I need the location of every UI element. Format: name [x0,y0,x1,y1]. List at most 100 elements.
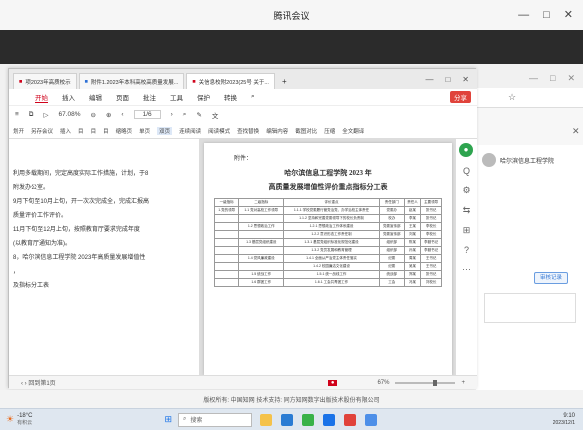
search-input[interactable]: ⌕ 搜索 [178,412,253,427]
table-header: 一级指标 二级指标 评价重点 责任部门 责任人 主要领导 [213,198,442,207]
minimize-button[interactable]: — [518,9,529,21]
table-cell: 张书记 [420,270,442,279]
table-cell: 纪委 [378,254,405,263]
taskbar: ☀ -18°C 有积云 ⊞ ⌕ 搜索 9:10 2023/12/1 [0,408,583,430]
clock[interactable]: 9:10 2023/12/1 [553,413,575,427]
meeting-title: 腾讯会议 [273,10,310,21]
play-icon[interactable]: ▷ [43,111,48,119]
weather[interactable]: -18°C 有积云 [17,413,32,427]
attachment-label: 附件： [234,156,253,162]
wps-close-button[interactable]: ✕ [462,75,469,84]
table-cell [238,246,285,255]
tool-item[interactable]: 压缩 [324,127,335,135]
new-tab-button[interactable]: + [277,73,292,89]
wechat-icon[interactable] [302,413,315,426]
help-icon[interactable]: ? [456,245,477,255]
windows-icon[interactable]: ⊞ [164,414,172,425]
search-icon[interactable]: Q [456,166,477,176]
table-cell: 周某 [403,254,422,263]
browser-maximize-button[interactable]: □ [550,73,555,83]
status-page[interactable]: ‹ › 回到第1页 [21,378,56,387]
tool-item[interactable]: 目 [103,127,109,135]
profile-name[interactable]: 哈尔滨信息工程学院 [500,156,554,165]
wps-tab[interactable]: ■ 项2023年高质校示 [13,73,77,89]
maximize-button[interactable]: □ [543,9,550,21]
ai-icon[interactable]: ● [459,143,473,157]
tool-item[interactable]: 插入 [60,127,71,135]
table-cell: 1.6.1 工会共青团工作 [283,278,380,287]
meeting-icon[interactable] [323,413,336,426]
settings-icon[interactable]: ⚙ [456,185,477,196]
wps-tab-active[interactable]: ■ 关信息校附2023(25号 关于... [186,73,275,89]
tool-item[interactable]: 另存会议 [31,127,53,135]
find-icon[interactable]: ⌕ [183,111,187,119]
wps-tab[interactable]: ■ 附件1.2023年本科高校高质量发展... [78,73,185,89]
menu-page[interactable]: 页面 [116,92,129,102]
zoom-in-icon[interactable]: ⊕ [106,111,111,119]
wps-window: ■ 项2023年高质校示 ■ 附件1.2023年本科高校高质量发展... ■ 关信息校… [8,68,477,389]
table-cell: 党委办 [378,206,405,215]
table-cell: 党委宣传部 [378,230,405,239]
wps-minimize-button[interactable]: — [425,75,433,84]
swap-icon[interactable]: ⇆ [456,205,477,216]
zoom-plus-button[interactable]: + [461,380,465,386]
search-icon[interactable]: ⌕ [251,93,255,101]
tool-item[interactable]: 单页 [139,127,150,135]
editor-box[interactable] [484,293,576,323]
right-page: 附件： 哈尔滨信息工程学院 2023 年 高质量发展增值性评价重点指标分工表 一… [204,143,452,375]
next-page-icon[interactable]: › [171,111,173,118]
status-zoom[interactable]: 67% [377,380,389,386]
menu-comment[interactable]: 批注 [143,92,156,102]
browser-minimize-button[interactable]: — [529,73,538,83]
tool-item[interactable]: 阅读模式 [208,127,230,135]
copy-icon[interactable]: ⧉ [29,111,34,119]
grid-icon[interactable]: ⊞ [456,225,477,236]
copyright-caption: 版权所有: 中国知网 技术支持: 同方知网数字出版技术股份有限公司 [0,390,583,408]
menu-icon[interactable]: ≡ [15,111,19,118]
wps-icon[interactable] [344,413,357,426]
pdf-icon: ■ [192,78,196,85]
menu-start[interactable]: 开始 [35,92,48,103]
menu-tools[interactable]: 工具 [170,92,183,102]
table-cell [213,238,240,247]
tool-item[interactable]: 目 [91,127,97,135]
menu-convert[interactable]: 转换 [224,92,237,102]
tool-item[interactable]: 划开 [13,127,24,135]
table-cell: 王书记 [420,262,442,271]
table-cell: 1.4.1 全面从严治党主体责任落实 [283,254,380,263]
table-row: 1.4 党风廉政建设 1.4.1 全面从严治党主体责任落实 纪委 周某 王书记 [213,254,442,263]
menu-protect[interactable]: 保护 [197,92,210,102]
tool-item-active[interactable]: 双页 [157,126,173,135]
close-button[interactable]: ✕ [564,8,573,21]
tool-item[interactable]: 全文翻译 [342,127,364,135]
folder-icon[interactable] [260,413,273,426]
edge-icon[interactable] [281,413,294,426]
share-button[interactable]: 分享 [450,91,471,103]
browser-toolbar: ☆ [476,88,583,108]
page-input[interactable]: 1/6 [133,110,161,119]
tool-item[interactable]: 截图对比 [295,127,317,135]
translate-icon[interactable]: 文 [212,110,219,120]
tool-item[interactable]: 查找替换 [237,127,259,135]
zoom-out-icon[interactable]: ⊖ [91,111,96,119]
review-record-button[interactable]: 审核记录 [534,272,568,284]
tool-item[interactable]: 连续阅读 [179,127,201,135]
zoom-slider[interactable] [395,379,456,386]
table-row: 1.2 思想政治工作 1.2.1 思想政治工作体系建设 党委宣传部 王某 李校长 [213,222,442,231]
tool-item[interactable]: 目 [78,127,84,135]
close-icon[interactable]: ✕ [572,126,580,137]
edit-icon[interactable]: ✎ [196,111,201,119]
meeting-toolbar [0,30,583,64]
wps-maximize-button[interactable]: □ [445,75,450,84]
prev-page-icon[interactable]: ‹ [121,111,123,118]
zoom-value[interactable]: 67.08% [58,111,80,118]
star-icon[interactable]: ☆ [508,92,516,103]
browser-close-button[interactable]: ✕ [567,73,575,84]
menu-edit[interactable]: 编辑 [89,92,102,102]
tool-item[interactable]: 缩略页 [116,127,133,135]
tool-item[interactable]: 编辑内容 [266,127,288,135]
record-icon[interactable]: ● [327,379,338,386]
app-icon[interactable] [365,413,378,426]
menu-insert[interactable]: 插入 [62,92,75,102]
more-icon[interactable]: ··· [456,264,477,274]
